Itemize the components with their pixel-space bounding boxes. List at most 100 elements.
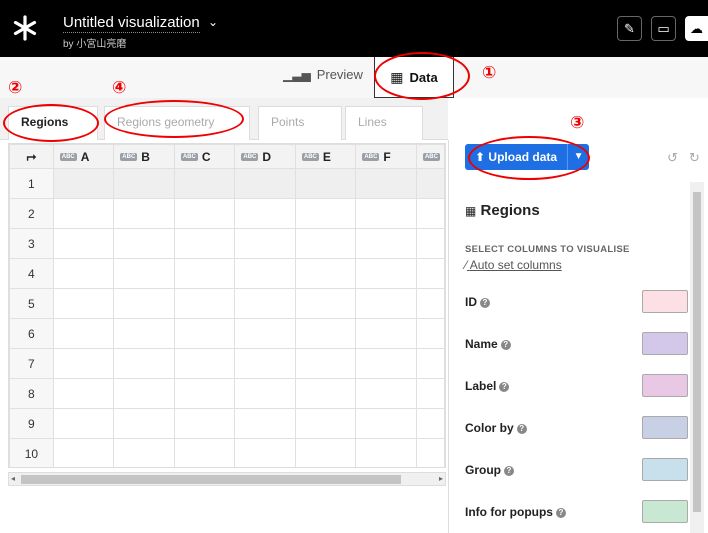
table-cell[interactable] <box>294 378 357 409</box>
table-cell[interactable] <box>234 198 296 229</box>
table-cell[interactable] <box>234 228 296 259</box>
table-cell[interactable] <box>294 258 357 289</box>
scroll-right-icon[interactable]: ▸ <box>439 473 443 485</box>
table-cell[interactable] <box>52 438 115 467</box>
table-cell[interactable] <box>294 228 357 259</box>
help-icon[interactable]: ? <box>500 339 511 350</box>
upload-data-button[interactable]: ⬆ Upload data <box>465 144 568 170</box>
table-cell[interactable] <box>52 198 115 229</box>
table-cell[interactable] <box>415 408 445 439</box>
table-cell[interactable] <box>234 408 296 439</box>
publish-cloud-icon[interactable]: ☁ <box>685 16 708 41</box>
table-cell[interactable] <box>415 198 445 229</box>
undo-icon[interactable]: ↺ <box>667 150 678 166</box>
table-cell[interactable] <box>234 348 296 379</box>
table-cell[interactable] <box>173 228 236 259</box>
help-icon[interactable]: ? <box>499 381 510 392</box>
column-header[interactable]: ABC C <box>173 144 236 169</box>
table-cell[interactable] <box>415 348 445 379</box>
table-cell[interactable] <box>355 348 417 379</box>
column-header[interactable]: ABC A <box>52 144 115 169</box>
table-cell[interactable] <box>113 378 175 409</box>
scrollbar-thumb[interactable] <box>21 475 401 484</box>
column-header[interactable]: ABC <box>415 144 445 169</box>
help-icon[interactable]: ? <box>504 465 514 476</box>
edit-icon[interactable]: ✎ <box>617 16 642 41</box>
table-cell[interactable] <box>294 318 357 349</box>
help-icon[interactable]: ? <box>555 507 566 518</box>
table-cell[interactable] <box>113 408 175 439</box>
table-cell[interactable] <box>294 168 357 199</box>
column-header[interactable]: ABC B <box>113 144 175 169</box>
table-cell[interactable] <box>294 288 357 319</box>
table-cell[interactable] <box>234 168 296 199</box>
table-cell[interactable] <box>234 288 296 319</box>
chevron-down-icon[interactable]: ▼ <box>567 144 590 170</box>
table-cell[interactable] <box>113 288 175 319</box>
table-cell[interactable] <box>173 258 236 289</box>
table-cell[interactable] <box>294 198 357 229</box>
table-cell[interactable] <box>173 288 236 319</box>
row-number[interactable]: 3 <box>9 228 54 259</box>
column-selector-swatch[interactable] <box>642 290 688 313</box>
column-header[interactable]: ABC E <box>294 144 357 169</box>
horizontal-scrollbar[interactable]: ◂ ▸ <box>8 472 446 486</box>
auto-set-columns-link[interactable]: ⁄ Auto set columns <box>465 258 562 272</box>
help-icon[interactable]: ? <box>516 423 527 434</box>
table-cell[interactable] <box>113 258 175 289</box>
table-cell[interactable] <box>415 258 445 289</box>
table-cell[interactable] <box>52 258 115 289</box>
table-cell[interactable] <box>415 228 445 259</box>
table-cell[interactable] <box>52 168 115 199</box>
table-cell[interactable] <box>234 318 296 349</box>
row-number[interactable]: 2 <box>9 198 54 229</box>
row-number[interactable]: 6 <box>9 318 54 349</box>
table-cell[interactable] <box>355 168 417 199</box>
tab-preview[interactable]: ▁▃▅ Preview <box>283 67 363 82</box>
table-cell[interactable] <box>355 318 417 349</box>
table-cell[interactable] <box>355 378 417 409</box>
table-cell[interactable] <box>173 168 236 199</box>
sheet-tab-regions[interactable]: Regions ⌄ <box>8 106 98 159</box>
column-selector-swatch[interactable] <box>642 374 688 397</box>
table-cell[interactable] <box>234 438 296 467</box>
scroll-left-icon[interactable]: ◂ <box>11 473 15 485</box>
table-cell[interactable] <box>173 378 236 409</box>
chevron-down-icon[interactable]: ⌄ <box>208 15 218 29</box>
tab-data[interactable]: ▦ Data <box>374 57 454 98</box>
table-cell[interactable] <box>173 198 236 229</box>
visualization-title[interactable]: Untitled visualization <box>63 14 200 33</box>
redo-icon[interactable]: ↻ <box>689 150 700 166</box>
sheet-tab-lines[interactable]: Lines <box>345 106 423 140</box>
table-cell[interactable] <box>355 438 417 467</box>
table-cell[interactable] <box>355 408 417 439</box>
table-cell[interactable] <box>355 198 417 229</box>
table-cell[interactable] <box>113 348 175 379</box>
table-cell[interactable] <box>234 378 296 409</box>
scrollbar-thumb[interactable] <box>693 192 701 512</box>
row-number[interactable]: 10 <box>9 438 54 467</box>
table-cell[interactable] <box>113 318 175 349</box>
row-number[interactable]: 4 <box>9 258 54 289</box>
table-cell[interactable] <box>173 408 236 439</box>
present-icon[interactable]: ▭ <box>651 16 676 41</box>
column-header[interactable]: ABC F <box>355 144 417 169</box>
column-selector-swatch[interactable] <box>642 416 688 439</box>
table-cell[interactable] <box>52 408 115 439</box>
table-cell[interactable] <box>173 438 236 467</box>
vertical-scrollbar[interactable] <box>690 182 704 533</box>
table-cell[interactable] <box>52 228 115 259</box>
table-cell[interactable] <box>52 348 115 379</box>
table-cell[interactable] <box>294 408 357 439</box>
table-cell[interactable] <box>113 198 175 229</box>
help-icon[interactable]: ? <box>480 297 490 308</box>
row-number[interactable]: 5 <box>9 288 54 319</box>
table-cell[interactable] <box>415 378 445 409</box>
table-cell[interactable] <box>415 168 445 199</box>
table-cell[interactable] <box>52 318 115 349</box>
column-selector-swatch[interactable] <box>642 332 688 355</box>
column-header[interactable]: ABC D <box>234 144 296 169</box>
row-number[interactable]: 8 <box>9 378 54 409</box>
row-number[interactable]: 7 <box>9 348 54 379</box>
table-cell[interactable] <box>113 228 175 259</box>
